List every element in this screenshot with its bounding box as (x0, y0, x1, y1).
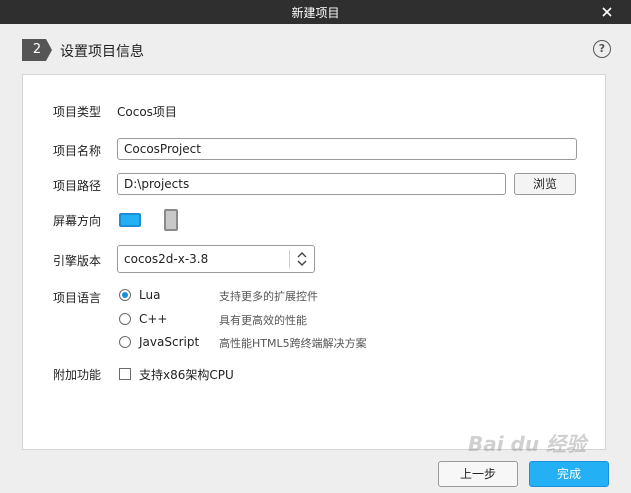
close-icon (602, 7, 612, 17)
previous-step-button[interactable]: 上一步 (438, 461, 518, 487)
engine-version-label: 引擎版本 (53, 254, 102, 268)
cpp-radio[interactable] (119, 313, 131, 325)
language-option-cpp[interactable]: C++ 具有更高效的性能 (119, 311, 539, 329)
language-label: 项目语言 (53, 291, 102, 305)
project-path-label: 项目路径 (53, 179, 102, 193)
extra-features-label: 附加功能 (53, 368, 102, 382)
step-title: 设置项目信息 (60, 44, 144, 60)
project-type-value: Cocos项目 (117, 105, 177, 119)
cpp-description: 具有更高效的性能 (219, 314, 307, 327)
javascript-description: 高性能HTML5跨终端解决方案 (219, 337, 367, 350)
landscape-orientation-icon[interactable] (119, 213, 141, 227)
lua-radio[interactable] (119, 289, 131, 301)
x86-support-checkbox[interactable] (119, 368, 131, 380)
updown-arrow-icon (297, 252, 307, 266)
step-number-badge: 2 (22, 39, 52, 61)
browse-button[interactable]: 浏览 (514, 173, 576, 195)
finish-button[interactable]: 完成 (529, 461, 609, 487)
select-divider (289, 250, 290, 268)
javascript-radio[interactable] (119, 336, 131, 348)
lua-description: 支持更多的扩展控件 (219, 290, 318, 303)
window-title: 新建项目 (291, 6, 340, 20)
project-type-label: 项目类型 (53, 105, 102, 119)
close-button[interactable] (583, 0, 631, 24)
x86-support-label[interactable]: 支持x86架构CPU (139, 366, 234, 383)
help-icon[interactable]: ? (593, 40, 611, 58)
language-option-javascript[interactable]: JavaScript 高性能HTML5跨终端解决方案 (119, 334, 539, 352)
lua-label: Lua (139, 288, 161, 302)
step-header: 2 设置项目信息 ? (22, 39, 612, 61)
javascript-label: JavaScript (139, 335, 200, 349)
project-path-input[interactable]: D:\projects (117, 173, 506, 195)
engine-version-select[interactable]: cocos2d-x-3.8 (117, 245, 315, 273)
language-option-lua[interactable]: Lua 支持更多的扩展控件 (119, 287, 539, 305)
orientation-label: 屏幕方向 (53, 214, 102, 228)
title-bar: 新建项目 (0, 0, 631, 24)
project-name-label: 项目名称 (53, 144, 102, 158)
engine-version-value: cocos2d-x-3.8 (124, 252, 209, 266)
portrait-orientation-icon[interactable] (164, 209, 178, 231)
cpp-label: C++ (139, 312, 168, 326)
project-settings-panel: 项目类型 Cocos项目 项目名称 CocosProject 项目路径 D:\p… (22, 74, 606, 450)
project-name-input[interactable]: CocosProject (117, 138, 577, 160)
